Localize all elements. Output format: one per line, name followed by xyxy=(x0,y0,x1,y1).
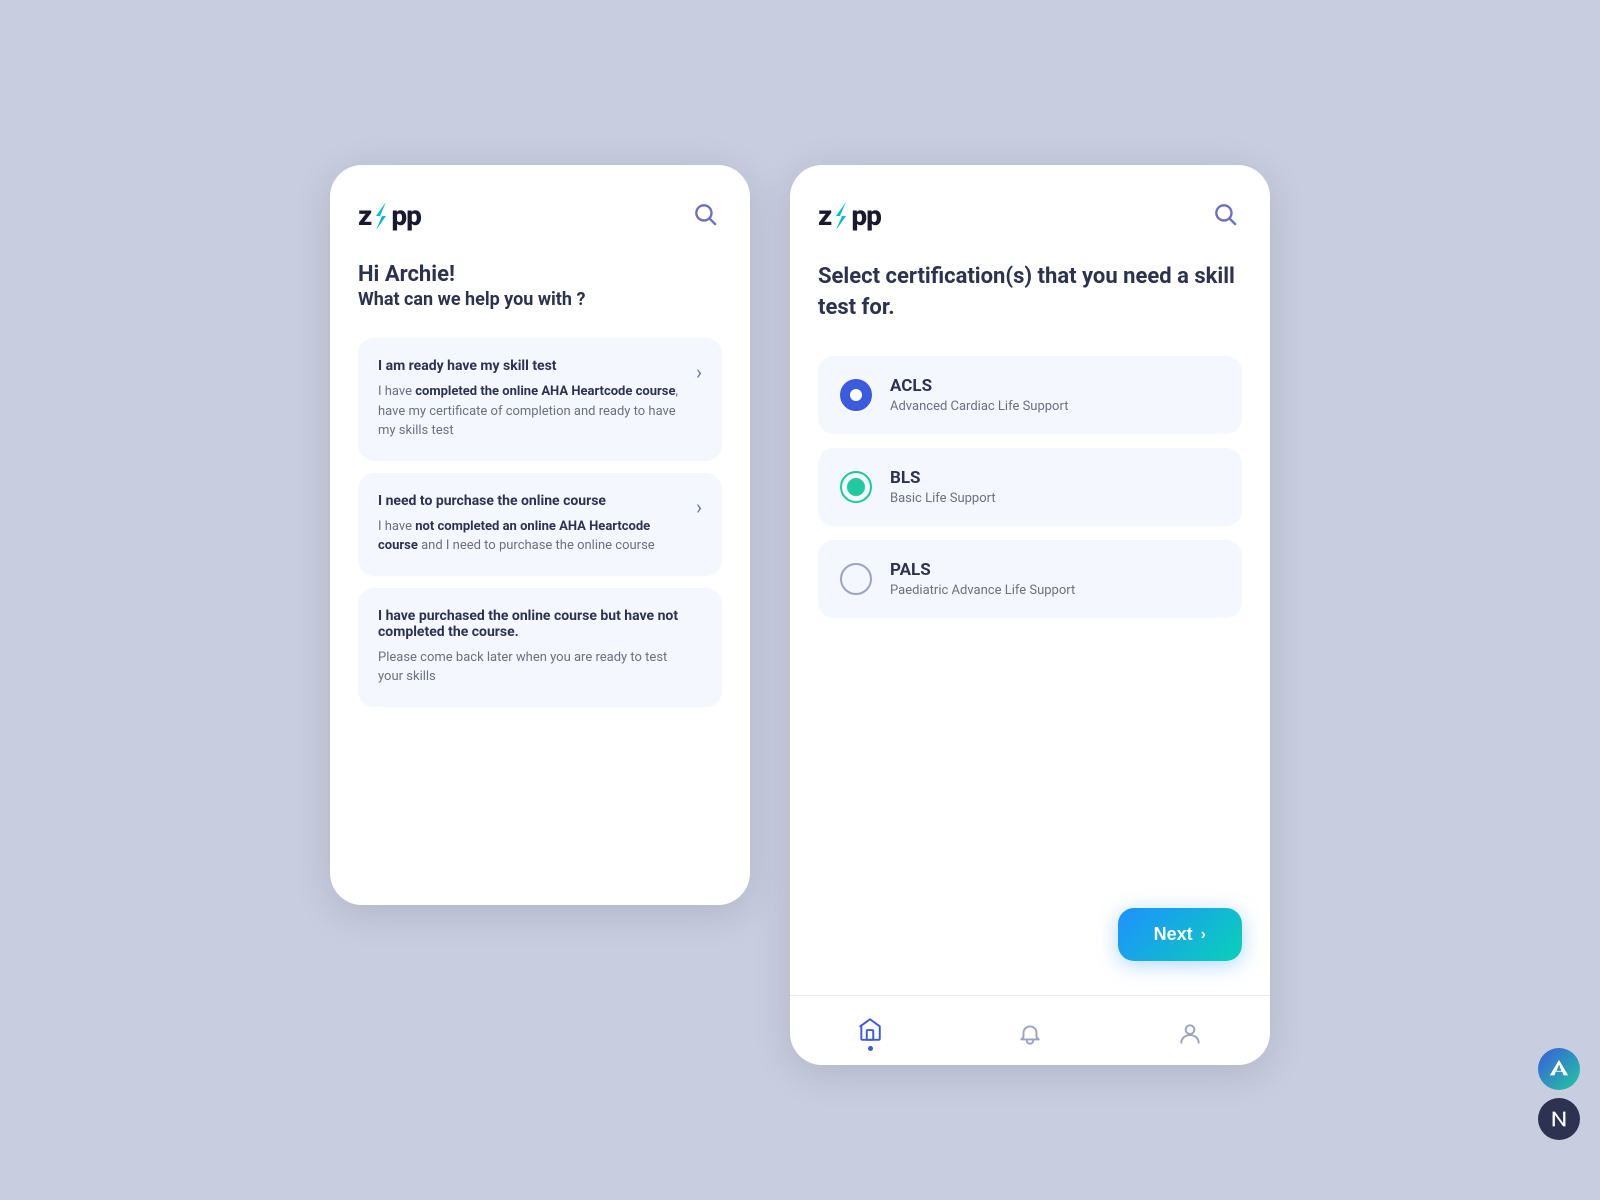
cert-item-acls[interactable]: ACLS Advanced Cardiac Life Support xyxy=(818,356,1242,434)
cert-item-pals[interactable]: PALS Paediatric Advance Life Support xyxy=(818,540,1242,618)
logo-bolt-icon xyxy=(372,202,390,230)
menu-item-skill-test-title: I am ready have my skill test xyxy=(378,358,686,374)
menu-item-purchase-course-content: I need to purchase the online course I h… xyxy=(378,493,696,556)
logo-z-right: z xyxy=(818,199,831,232)
radio-pals[interactable] xyxy=(840,563,872,595)
menu-item-purchase-course-title: I need to purchase the online course xyxy=(378,493,686,509)
logo-row-left: z pp xyxy=(358,197,722,234)
logo-row-right: z pp xyxy=(818,197,1242,234)
greeting-sub: What can we help you with ? xyxy=(358,289,722,310)
greeting-hi: Hi Archie! xyxy=(358,262,722,287)
greeting-section: Hi Archie! What can we help you with ? xyxy=(358,262,722,310)
cert-info-pals: PALS Paediatric Advance Life Support xyxy=(890,560,1075,598)
search-button-right[interactable] xyxy=(1208,197,1242,234)
next-button-label: Next xyxy=(1154,924,1193,945)
logo-bolt-icon-right xyxy=(832,202,850,230)
cert-name-acls: ACLS xyxy=(890,376,1068,396)
cert-desc-pals: Paediatric Advance Life Support xyxy=(890,583,1075,598)
cert-desc-bls: Basic Life Support xyxy=(890,491,996,506)
cert-name-pals: PALS xyxy=(890,560,1075,580)
next-row: Next › xyxy=(818,908,1242,961)
radio-acls[interactable] xyxy=(840,379,872,411)
cert-info-acls: ACLS Advanced Cardiac Life Support xyxy=(890,376,1068,414)
logo-pp-right: pp xyxy=(851,199,881,232)
menu-item-skill-test-desc: I have completed the online AHA Heartcod… xyxy=(378,382,686,441)
menu-item-not-completed-title: I have purchased the online course but h… xyxy=(378,608,692,640)
cert-desc-acls: Advanced Cardiac Life Support xyxy=(890,399,1068,414)
chevron-right-icon-1: › xyxy=(696,360,702,384)
right-phone: z pp Select certification(s) th xyxy=(790,165,1270,1065)
corner-icon-n xyxy=(1538,1098,1580,1140)
cert-info-bls: BLS Basic Life Support xyxy=(890,468,996,506)
menu-item-not-completed-desc: Please come back later when you are read… xyxy=(378,648,692,687)
bottom-nav xyxy=(790,995,1270,1065)
chevron-right-icon-2: › xyxy=(696,495,702,519)
menu-item-purchase-course-desc: I have not completed an online AHA Heart… xyxy=(378,517,686,556)
right-phone-inner: z pp Select certification(s) th xyxy=(790,165,1270,995)
logo-pp: pp xyxy=(391,199,421,232)
certification-list: ACLS Advanced Cardiac Life Support BLS B… xyxy=(818,356,1242,880)
app-logo-right: z pp xyxy=(818,199,881,232)
nav-home[interactable] xyxy=(837,1012,903,1055)
logo-z: z xyxy=(358,199,371,232)
cert-name-bls: BLS xyxy=(890,468,996,488)
app-logo-left: z pp xyxy=(358,199,421,232)
nav-home-dot xyxy=(868,1046,873,1051)
nav-profile[interactable] xyxy=(1157,1017,1223,1051)
menu-item-not-completed-content: I have purchased the online course but h… xyxy=(378,608,702,687)
next-button[interactable]: Next › xyxy=(1118,908,1242,961)
section-title: Select certification(s) that you need a … xyxy=(818,262,1242,324)
menu-item-skill-test-content: I am ready have my skill test I have com… xyxy=(378,358,696,441)
left-phone: z pp Hi Archie! What can we help you wit… xyxy=(330,165,750,905)
search-button-left[interactable] xyxy=(688,197,722,234)
phones-container: z pp Hi Archie! What can we help you wit… xyxy=(330,135,1270,1065)
menu-item-not-completed[interactable]: I have purchased the online course but h… xyxy=(358,588,722,707)
menu-item-skill-test[interactable]: I am ready have my skill test I have com… xyxy=(358,338,722,461)
menu-item-purchase-course[interactable]: I need to purchase the online course I h… xyxy=(358,473,722,576)
cert-item-bls[interactable]: BLS Basic Life Support xyxy=(818,448,1242,526)
nav-notifications[interactable] xyxy=(997,1017,1063,1051)
corner-icon-a xyxy=(1538,1048,1580,1090)
next-chevron-icon: › xyxy=(1201,926,1206,944)
corner-icons xyxy=(1538,1048,1580,1140)
radio-bls[interactable] xyxy=(840,471,872,503)
